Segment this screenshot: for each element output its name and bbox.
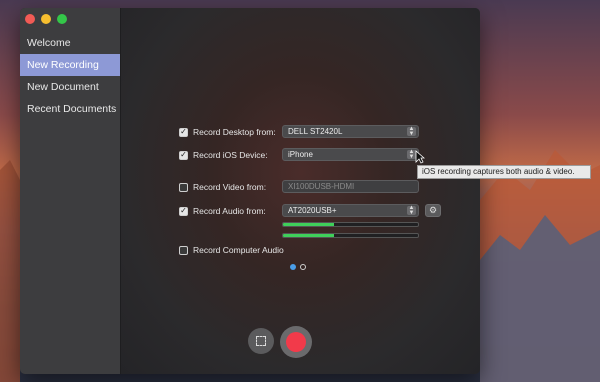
ios-device-select[interactable]: iPhone ▲ ▼: [282, 148, 419, 161]
sidebar-item-new-document[interactable]: New Document: [20, 76, 120, 98]
record-video-row: Record Video from:: [179, 180, 266, 194]
sidebar-item-new-recording[interactable]: New Recording: [20, 54, 120, 76]
record-computer-audio-label: Record Computer Audio: [193, 245, 284, 255]
sidebar-nav: Welcome New Recording New Document Recen…: [20, 32, 120, 120]
ios-device-value: iPhone: [288, 150, 313, 159]
select-arrows-icon: ▲ ▼: [407, 126, 416, 137]
audio-level-fill: [283, 223, 335, 226]
record-audio-row: ✓ Record Audio from:: [179, 204, 266, 218]
app-window: Welcome New Recording New Document Recen…: [20, 8, 480, 374]
record-video-checkbox[interactable]: [179, 182, 188, 192]
record-audio-checkbox[interactable]: ✓: [179, 206, 188, 216]
recording-panel: ✓ Record Desktop from: DELL ST2420L ▲ ▼ ✓…: [121, 8, 480, 374]
page-dot-2[interactable]: [300, 264, 306, 270]
record-computer-audio-row: Record Computer Audio: [179, 243, 284, 257]
record-button[interactable]: [280, 326, 312, 358]
record-audio-label: Record Audio from:: [193, 206, 266, 216]
select-area-button[interactable]: [248, 328, 274, 354]
record-ios-checkbox[interactable]: ✓: [179, 150, 188, 160]
screen-area-icon: [256, 336, 266, 346]
zoom-window-button[interactable]: [57, 14, 67, 24]
ios-recording-tooltip: iOS recording captures both audio & vide…: [417, 165, 591, 179]
record-desktop-label: Record Desktop from:: [193, 127, 276, 137]
audio-level-meter-left: [282, 222, 419, 227]
video-source-value: XI100DUSB-HDMI: [288, 182, 355, 191]
video-source-select[interactable]: XI100DUSB-HDMI: [282, 180, 419, 193]
audio-source-select[interactable]: AT2020USB+ ▲ ▼: [282, 204, 419, 217]
audio-level-fill: [283, 234, 335, 237]
audio-level-meter-right: [282, 233, 419, 238]
page-dot-1[interactable]: [290, 264, 296, 270]
window-controls: [25, 14, 67, 24]
close-window-button[interactable]: [25, 14, 35, 24]
sidebar-item-welcome[interactable]: Welcome: [20, 32, 120, 54]
desktop-source-select[interactable]: DELL ST2420L ▲ ▼: [282, 125, 419, 138]
sidebar-item-recent-documents[interactable]: Recent Documents: [20, 98, 120, 120]
minimize-window-button[interactable]: [41, 14, 51, 24]
record-icon: [286, 332, 306, 352]
audio-source-value: AT2020USB+: [288, 206, 337, 215]
record-desktop-checkbox[interactable]: ✓: [179, 127, 188, 137]
record-computer-audio-checkbox[interactable]: [179, 245, 188, 255]
mouse-pointer-icon: [415, 150, 425, 164]
record-desktop-row: ✓ Record Desktop from:: [179, 125, 276, 139]
gear-icon[interactable]: ⚙: [425, 204, 441, 217]
record-ios-row: ✓ Record iOS Device:: [179, 148, 268, 162]
sidebar: Welcome New Recording New Document Recen…: [20, 8, 121, 374]
desktop-source-value: DELL ST2420L: [288, 127, 343, 136]
record-ios-label: Record iOS Device:: [193, 150, 268, 160]
select-arrows-icon: ▲ ▼: [407, 205, 416, 216]
page-indicator: [290, 264, 306, 270]
record-video-label: Record Video from:: [193, 182, 267, 192]
